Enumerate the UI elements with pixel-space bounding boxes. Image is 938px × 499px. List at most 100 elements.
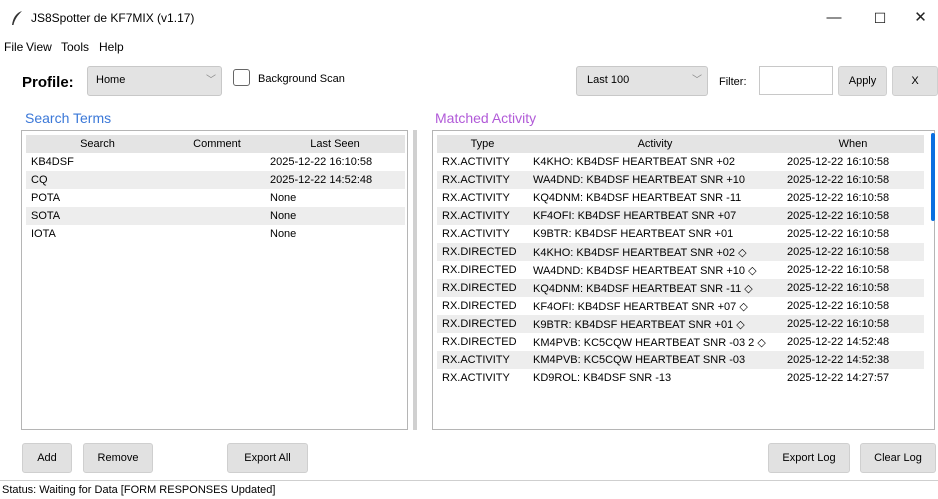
- filter-input[interactable]: [759, 66, 833, 95]
- export-all-button[interactable]: Export All: [227, 443, 308, 473]
- table-row[interactable]: RX.ACTIVITY KM4PVB: KC5CQW HEARTBEAT SNR …: [437, 351, 924, 369]
- profile-label: Profile:: [22, 74, 74, 91]
- type-cell: RX.DIRECTED: [437, 315, 528, 333]
- table-row[interactable]: KB4DSF 2025-12-22 16:10:58: [26, 153, 405, 171]
- clear-log-button[interactable]: Clear Log: [860, 443, 936, 473]
- type-cell: RX.ACTIVITY: [437, 351, 528, 369]
- add-button[interactable]: Add: [22, 443, 72, 473]
- when-cell: 2025-12-22 16:10:58: [787, 192, 890, 204]
- table-row[interactable]: RX.DIRECTED KF4OFI: KB4DSF HEARTBEAT SNR …: [437, 297, 924, 315]
- minimize-button[interactable]: —: [811, 0, 857, 36]
- table-row[interactable]: RX.ACTIVITY KF4OFI: KB4DSF HEARTBEAT SNR …: [437, 207, 924, 225]
- last-seen-cell: 2025-12-22 16:10:58: [270, 156, 373, 168]
- table-row[interactable]: RX.DIRECTED K4KHO: KB4DSF HEARTBEAT SNR +…: [437, 243, 924, 261]
- comment-cell: [169, 207, 265, 225]
- last-seen-cell: None: [265, 207, 405, 225]
- table-row[interactable]: RX.DIRECTED KM4PVB: KC5CQW HEARTBEAT SNR …: [437, 333, 924, 351]
- search-cell: SOTA: [26, 207, 169, 225]
- feather-icon: [12, 11, 22, 25]
- status-text: Status: Waiting for Data [FORM RESPONSES…: [2, 484, 276, 496]
- table-row[interactable]: SOTA None: [26, 207, 405, 225]
- type-cell: RX.ACTIVITY: [442, 156, 510, 168]
- menu-file[interactable]: File: [4, 40, 23, 54]
- comment-cell: [169, 171, 265, 189]
- type-cell: RX.DIRECTED: [442, 336, 517, 348]
- comment-cell: [169, 225, 265, 243]
- activity-cell: KQ4DNM: KB4DSF HEARTBEAT SNR -11: [533, 192, 742, 204]
- table-row[interactable]: RX.ACTIVITY WA4DND: KB4DSF HEARTBEAT SNR …: [437, 171, 924, 189]
- table-row[interactable]: RX.ACTIVITY KQ4DNM: KB4DSF HEARTBEAT SNR …: [437, 189, 924, 207]
- activity-scrollbar-thumb[interactable]: [931, 133, 935, 221]
- table-row[interactable]: POTA None: [26, 189, 405, 207]
- close-button[interactable]: ✕: [903, 0, 938, 36]
- type-cell: RX.DIRECTED: [437, 279, 528, 297]
- table-row[interactable]: RX.DIRECTED KQ4DNM: KB4DSF HEARTBEAT SNR …: [437, 279, 924, 297]
- chevron-down-icon: ﹀: [206, 75, 216, 86]
- table-row[interactable]: RX.ACTIVITY K4KHO: KB4DSF HEARTBEAT SNR +…: [437, 153, 924, 171]
- activity-cell: KQ4DNM: KB4DSF HEARTBEAT SNR -11 ◇: [528, 279, 782, 297]
- menu-help[interactable]: Help: [99, 40, 124, 54]
- range-select-value: Last 100: [587, 74, 630, 86]
- activity-cell: K4KHO: KB4DSF HEARTBEAT SNR +02: [533, 156, 736, 168]
- column-header-activity[interactable]: Activity: [528, 135, 782, 153]
- table-row[interactable]: RX.ACTIVITY KD9ROL: KB4DSF SNR -13 2025-12…: [437, 369, 924, 387]
- last-seen-cell: None: [270, 228, 297, 240]
- search-terms-title: Search Terms: [25, 110, 112, 126]
- when-cell: 2025-12-22 16:10:58: [782, 279, 924, 297]
- search-terms-table: Search Comment Last Seen KB4DSF 2025-12-2…: [26, 135, 405, 243]
- activity-cell: K4KHO: KB4DSF HEARTBEAT SNR +02 ◇: [528, 243, 782, 261]
- apply-button[interactable]: Apply: [838, 66, 887, 96]
- background-scan-label: Background Scan: [258, 73, 345, 85]
- remove-button[interactable]: Remove: [83, 443, 153, 473]
- last-seen-cell: None: [270, 192, 297, 204]
- background-scan-checkbox[interactable]: [233, 69, 250, 86]
- panel-divider[interactable]: [413, 130, 417, 430]
- table-row[interactable]: CQ 2025-12-22 14:52:48: [26, 171, 405, 189]
- type-cell: RX.DIRECTED: [442, 264, 517, 276]
- type-cell: RX.ACTIVITY: [442, 228, 510, 240]
- menu-tools[interactable]: Tools: [61, 40, 89, 54]
- table-row[interactable]: RX.ACTIVITY K9BTR: KB4DSF HEARTBEAT SNR +…: [437, 225, 924, 243]
- column-header-comment[interactable]: Comment: [169, 135, 265, 153]
- column-header-search[interactable]: Search: [26, 135, 169, 153]
- activity-cell: KM4PVB: KC5CQW HEARTBEAT SNR -03: [528, 351, 782, 369]
- type-cell: RX.ACTIVITY: [437, 207, 528, 225]
- when-cell: 2025-12-22 16:10:58: [782, 207, 924, 225]
- when-cell: 2025-12-22 14:52:48: [787, 336, 890, 348]
- profile-select[interactable]: Home ﹀: [87, 66, 222, 96]
- comment-cell: [169, 153, 265, 171]
- column-header-type[interactable]: Type: [437, 135, 528, 153]
- when-cell: 2025-12-22 16:10:58: [782, 243, 924, 261]
- when-cell: 2025-12-22 16:10:58: [787, 300, 890, 312]
- last-seen-cell: 2025-12-22 14:52:48: [265, 171, 405, 189]
- matched-activity-table: Type Activity When RX.ACTIVITY K4KHO: KB4…: [437, 135, 924, 387]
- maximize-button[interactable]: ☐: [857, 0, 903, 36]
- profile-select-value: Home: [96, 74, 126, 86]
- menu-view[interactable]: View: [26, 40, 52, 54]
- type-cell: RX.ACTIVITY: [442, 192, 510, 204]
- type-cell: RX.ACTIVITY: [437, 171, 528, 189]
- when-cell: 2025-12-22 16:10:58: [782, 315, 924, 333]
- main-area: Profile: Home ﹀ Background Scan Last 100…: [0, 58, 938, 480]
- column-header-last-seen[interactable]: Last Seen: [265, 135, 405, 153]
- comment-cell: [169, 189, 265, 207]
- title-bar: JS8Spotter de KF7MIX (v1.17) — ☐ ✕: [0, 0, 938, 36]
- filter-label: Filter:: [719, 76, 747, 88]
- search-terms-panel: Search Comment Last Seen KB4DSF 2025-12-2…: [21, 130, 408, 430]
- menu-bar: File View Tools Help: [0, 36, 938, 58]
- search-cell: KB4DSF: [31, 156, 74, 168]
- table-row[interactable]: IOTA None: [26, 225, 405, 243]
- table-row[interactable]: RX.DIRECTED K9BTR: KB4DSF HEARTBEAT SNR +…: [437, 315, 924, 333]
- clear-filter-button[interactable]: X: [892, 66, 938, 96]
- chevron-down-icon: ﹀: [692, 75, 702, 86]
- table-row[interactable]: RX.DIRECTED WA4DND: KB4DSF HEARTBEAT SNR …: [437, 261, 924, 279]
- activity-cell: WA4DND: KB4DSF HEARTBEAT SNR +10 ◇: [533, 264, 757, 277]
- search-cell: POTA: [31, 192, 61, 204]
- column-header-when[interactable]: When: [782, 135, 924, 153]
- activity-cell: KF4OFI: KB4DSF HEARTBEAT SNR +07: [528, 207, 782, 225]
- when-cell: 2025-12-22 16:10:58: [782, 171, 924, 189]
- range-select[interactable]: Last 100 ﹀: [576, 66, 708, 96]
- export-log-button[interactable]: Export Log: [768, 443, 850, 473]
- when-cell: 2025-12-22 16:10:58: [787, 156, 890, 168]
- type-cell: RX.ACTIVITY: [442, 372, 510, 384]
